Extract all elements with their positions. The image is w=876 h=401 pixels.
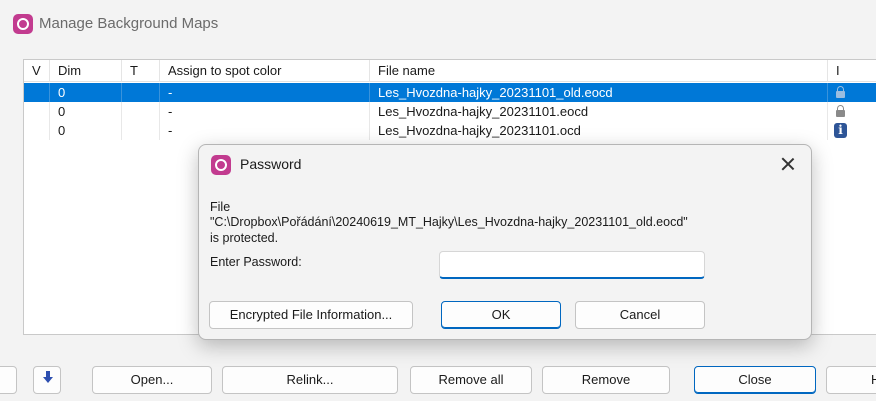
column-header-spot-color[interactable]: Assign to spot color bbox=[160, 60, 370, 82]
relink-button[interactable]: Relink... bbox=[222, 366, 398, 394]
lock-icon bbox=[836, 105, 845, 117]
close-button[interactable]: Close bbox=[694, 366, 816, 394]
help-button[interactable]: H bbox=[826, 366, 876, 394]
ok-button[interactable]: OK bbox=[441, 301, 561, 329]
file-label: File bbox=[210, 200, 231, 214]
password-dialog: Password File "C:\Dropbox\Pořádání\20240… bbox=[198, 144, 812, 340]
info-icon: i bbox=[834, 123, 847, 138]
column-header-dim[interactable]: Dim bbox=[50, 60, 122, 82]
cell-file-name: Les_Hvozdna-hajky_20231101_old.eocd bbox=[370, 83, 828, 102]
cell-dim: 0 bbox=[50, 83, 122, 102]
previous-button-partial[interactable] bbox=[0, 366, 17, 394]
close-icon[interactable] bbox=[779, 155, 797, 173]
table-header: V Dim T Assign to spot color File name I bbox=[24, 60, 876, 82]
column-header-file-name[interactable]: File name bbox=[370, 60, 828, 82]
cell-spot-color: - bbox=[160, 102, 370, 121]
cell-file-name: Les_Hvozdna-hajky_20231101.ocd bbox=[370, 121, 828, 140]
remove-button[interactable]: Remove bbox=[542, 366, 670, 394]
enter-password-label: Enter Password: bbox=[210, 255, 302, 269]
window-title-bar: Manage Background Maps bbox=[0, 0, 876, 46]
table-row[interactable]: 0 - Les_Hvozdna-hajky_20231101.eocd bbox=[24, 102, 876, 121]
dialog-title-bar: Password bbox=[199, 145, 811, 183]
password-input[interactable] bbox=[439, 251, 705, 279]
app-logo-icon bbox=[13, 14, 33, 34]
column-header-v[interactable]: V bbox=[24, 60, 50, 82]
cell-v bbox=[24, 83, 50, 102]
column-header-t[interactable]: T bbox=[122, 60, 160, 82]
lock-icon bbox=[836, 86, 845, 98]
cell-v bbox=[24, 121, 50, 140]
cell-spot-color: - bbox=[160, 121, 370, 140]
file-path-text: "C:\Dropbox\Pořádání\20240619_MT_Hajky\L… bbox=[210, 215, 688, 229]
encrypted-file-info-button[interactable]: Encrypted File Information... bbox=[209, 301, 413, 329]
table-row[interactable]: 0 - Les_Hvozdna-hajky_20231101_old.eocd bbox=[24, 83, 876, 102]
dialog-title: Password bbox=[240, 156, 302, 172]
arrow-down-icon bbox=[43, 371, 53, 385]
window-title: Manage Background Maps bbox=[39, 15, 219, 32]
cell-file-name: Les_Hvozdna-hajky_20231101.eocd bbox=[370, 102, 828, 121]
cell-dim: 0 bbox=[50, 102, 122, 121]
cell-spot-color: - bbox=[160, 83, 370, 102]
cell-v bbox=[24, 102, 50, 121]
cell-t bbox=[122, 102, 160, 121]
table-row[interactable]: 0 - Les_Hvozdna-hajky_20231101.ocd i bbox=[24, 121, 876, 140]
cell-t bbox=[122, 121, 160, 140]
app-logo-icon bbox=[211, 155, 231, 175]
protected-text: is protected. bbox=[210, 231, 279, 245]
open-button[interactable]: Open... bbox=[92, 366, 212, 394]
cell-dim: 0 bbox=[50, 121, 122, 140]
column-header-i[interactable]: I bbox=[828, 60, 876, 82]
cancel-button[interactable]: Cancel bbox=[575, 301, 705, 329]
remove-all-button[interactable]: Remove all bbox=[410, 366, 532, 394]
move-down-button[interactable] bbox=[33, 366, 61, 394]
cell-t bbox=[122, 83, 160, 102]
